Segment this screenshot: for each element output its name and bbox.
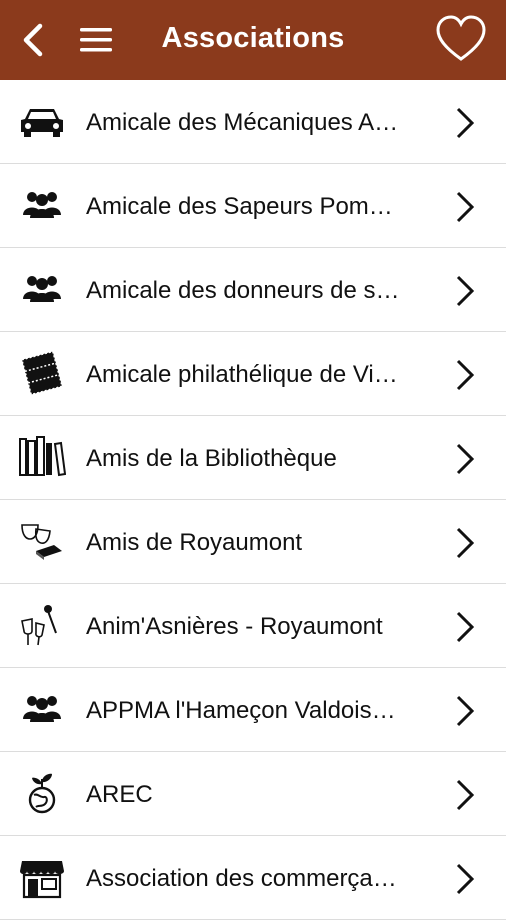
chevron-right-icon [450, 694, 478, 728]
list-item-label: AREC [86, 781, 153, 808]
list-item-label: Association des commerça… [86, 865, 397, 892]
page-title: Associations [161, 22, 345, 54]
shop-icon [18, 855, 66, 899]
car-icon [18, 99, 66, 143]
list-item[interactable]: Amicale philathélique de Vi… [0, 332, 506, 416]
list-item[interactable]: APPMA l'Hameçon Valdois… [0, 668, 506, 752]
list-item-label: Amicale des Mécaniques A… [86, 109, 399, 136]
list-item[interactable]: Anim'Asnières - Royaumont [0, 584, 506, 668]
chevron-right-icon [450, 106, 478, 140]
favorite-button[interactable] [432, 12, 490, 66]
list-item-label: Amicale des donneurs de s… [86, 277, 400, 304]
chevron-right-icon [450, 610, 478, 644]
stamps-icon [18, 351, 66, 395]
list-item-label: Amicale des Sapeurs Pom… [86, 193, 393, 220]
chevron-right-icon [450, 442, 478, 476]
chevron-right-icon [450, 358, 478, 392]
group-icon [18, 267, 66, 311]
group-icon [18, 687, 66, 731]
chevron-right-icon [450, 274, 478, 308]
chevron-right-icon [450, 778, 478, 812]
list-item-label: Amis de la Bibliothèque [86, 445, 337, 472]
group-icon [18, 183, 66, 227]
list-item[interactable]: Amicale des Sapeurs Pom… [0, 164, 506, 248]
list-item[interactable]: AREC [0, 752, 506, 836]
heart-outline-icon [436, 15, 486, 61]
chevron-right-icon [450, 526, 478, 560]
earth-plant-icon [18, 771, 66, 815]
microphone-icon [18, 603, 66, 647]
list-item-label: Amis de Royaumont [86, 529, 303, 556]
list-item[interactable]: Association des commerça… [0, 836, 506, 920]
list-item-label: Anim'Asnières - Royaumont [86, 613, 383, 640]
list-item[interactable]: Amicale des Mécaniques A… [0, 80, 506, 164]
list-item[interactable]: Amicale des donneurs de s… [0, 248, 506, 332]
theater-masks-icon [18, 519, 66, 563]
chevron-right-icon [450, 862, 478, 896]
associations-list: Amicale des Mécaniques A… Amicale des Sa… [0, 80, 506, 920]
list-item[interactable]: Amis de Royaumont [0, 500, 506, 584]
list-item-label: Amicale philathélique de Vi… [86, 361, 398, 388]
chevron-right-icon [450, 190, 478, 224]
list-item[interactable]: Amis de la Bibliothèque [0, 416, 506, 500]
books-icon [18, 435, 66, 479]
app-header: Associations [0, 0, 506, 80]
list-item-label: APPMA l'Hameçon Valdois… [86, 697, 396, 724]
